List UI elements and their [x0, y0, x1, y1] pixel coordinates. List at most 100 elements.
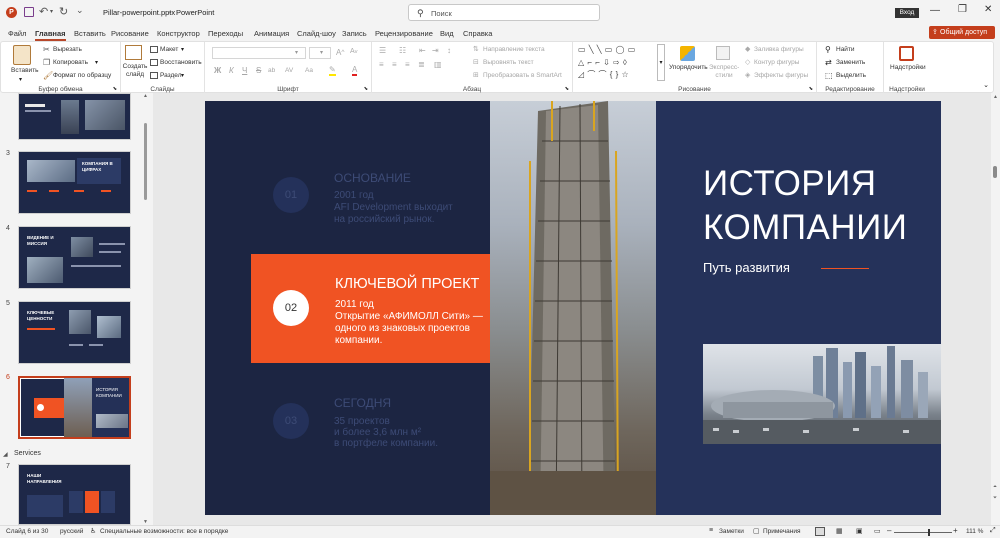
font-name-input[interactable]	[212, 47, 306, 59]
columns-icon[interactable]: ▥	[434, 60, 442, 69]
italic-button[interactable]: К	[229, 66, 234, 75]
copy-button[interactable]: Копировать	[53, 59, 88, 66]
tab-design[interactable]: Конструктор	[157, 29, 200, 41]
smartart-icon[interactable]: ⊞	[473, 71, 479, 79]
accessibility-status[interactable]: Специальные возможности: все в порядке	[100, 528, 228, 535]
zoom-slider[interactable]	[894, 529, 952, 536]
section-dropdown-icon[interactable]: ▾	[181, 72, 184, 79]
undo-dropdown-icon[interactable]: ▾	[50, 8, 53, 15]
cut-icon[interactable]: ✂	[43, 45, 50, 54]
save-icon[interactable]	[24, 7, 34, 17]
paragraph-launcher-icon[interactable]: ⬊	[565, 86, 569, 92]
increase-indent-icon[interactable]: ⇥	[432, 46, 439, 55]
prev-slide-icon[interactable]: ⏶	[993, 484, 997, 490]
font-size-dropdown-icon[interactable]: ▾	[320, 49, 323, 56]
sign-in-button[interactable]: Вход	[895, 8, 919, 18]
search-box[interactable]: ⚲ Поиск	[408, 4, 600, 21]
cut-button[interactable]: Вырезать	[53, 46, 82, 53]
shape-outline-button[interactable]: Контур фигуры	[754, 59, 799, 66]
numbering-icon[interactable]: ☷	[399, 46, 406, 55]
slide-title-line1[interactable]: ИСТОРИЯ	[703, 164, 877, 204]
font-name-dropdown-icon[interactable]: ▾	[295, 49, 298, 56]
decrease-indent-icon[interactable]: ⇤	[419, 46, 426, 55]
reading-view-icon[interactable]: ▣	[856, 527, 863, 535]
slide-subtitle[interactable]: Путь развития	[703, 260, 790, 275]
tab-animations[interactable]: Анимация	[254, 29, 289, 41]
select-icon[interactable]: ⬚	[825, 71, 833, 80]
slideshow-icon[interactable]: ▭	[874, 527, 881, 535]
char-spacing-button[interactable]: AV	[285, 67, 293, 74]
bullets-icon[interactable]: ☰	[379, 46, 386, 55]
tab-home[interactable]: Главная	[35, 29, 66, 41]
notes-button[interactable]: Заметки	[719, 528, 744, 535]
minimize-icon[interactable]: —	[930, 5, 940, 16]
arrange-button[interactable]: Упорядочить	[669, 64, 708, 71]
underline-button[interactable]: Ч	[242, 66, 247, 75]
slide-thumbnail[interactable]	[18, 93, 131, 140]
new-slide-button[interactable]: Создать слайд	[122, 63, 148, 79]
find-icon[interactable]: ⚲	[825, 45, 831, 54]
shape-fill-icon[interactable]: ◆	[745, 45, 750, 53]
paste-button[interactable]: Вставить	[11, 67, 39, 74]
addins-icon[interactable]	[899, 46, 914, 61]
slide-thumbnail-selected[interactable]: ИСТОРИЯ КОМПАНИИ	[18, 376, 131, 439]
layout-button[interactable]: Макет	[160, 46, 178, 53]
shape-outline-icon[interactable]: ◇	[745, 58, 750, 66]
reset-icon[interactable]	[150, 59, 158, 66]
current-slide[interactable]: 01 ОСНОВАНИЕ 2001 год AFI Development вы…	[205, 101, 941, 515]
slide-thumbnail[interactable]: КОМПАНИЯ В ЦИФРАХ	[18, 151, 131, 214]
shapes-more-icon[interactable]: ▾	[657, 44, 665, 81]
text-direction-icon[interactable]: ⇅	[473, 45, 479, 53]
zoom-level[interactable]: 111 %	[966, 528, 983, 535]
arrange-icon[interactable]	[680, 46, 695, 61]
undo-icon[interactable]: ↶	[39, 5, 48, 18]
align-left-icon[interactable]: ≡	[379, 60, 384, 69]
comments-button[interactable]: Примечания	[763, 528, 801, 535]
tab-slideshow[interactable]: Слайд-шоу	[297, 29, 336, 41]
scroll-up-icon[interactable]: ▲	[143, 93, 148, 99]
strikethrough-button[interactable]: S	[256, 66, 261, 75]
scroll-thumb[interactable]	[144, 123, 147, 200]
align-text-button[interactable]: Выровнять текст	[483, 59, 534, 66]
zoom-in-icon[interactable]: +	[953, 526, 958, 535]
new-slide-icon[interactable]	[125, 45, 142, 60]
slide-title-line2[interactable]: КОМПАНИИ	[703, 208, 907, 248]
slide-sorter-icon[interactable]: ▦	[836, 527, 843, 535]
language-indicator[interactable]: русский	[60, 528, 83, 535]
comments-icon[interactable]: ▢	[753, 527, 760, 535]
zoom-out-icon[interactable]: –	[887, 526, 891, 535]
slide-thumbnail[interactable]: ВИДЕНИЕ И МИССИЯ	[18, 226, 131, 289]
fit-slide-icon[interactable]: ⤢	[990, 527, 996, 535]
find-button[interactable]: Найти	[836, 46, 855, 53]
thumbnails-scrollbar[interactable]: ▲ ▼	[143, 93, 149, 525]
tab-help[interactable]: Справка	[463, 29, 492, 41]
layout-icon[interactable]	[150, 46, 158, 53]
highlight-icon[interactable]: ✎	[329, 65, 336, 76]
change-case-button[interactable]: Aa	[305, 67, 313, 74]
align-text-icon[interactable]: ⊟	[473, 58, 479, 66]
copy-dropdown-icon[interactable]: ▾	[95, 59, 98, 66]
customize-toolbar-icon[interactable]: ⌄	[76, 5, 84, 16]
grow-font-icon[interactable]: A ^	[336, 48, 344, 57]
drawing-launcher-icon[interactable]: ⬊	[809, 86, 813, 92]
line-spacing-icon[interactable]: ↕	[447, 46, 451, 55]
share-button[interactable]: ⇪ Общий доступ	[929, 26, 995, 39]
editor-scrollbar[interactable]: ▲ ⏶ ⏷	[991, 93, 1000, 525]
accessibility-icon[interactable]: ♿	[90, 527, 96, 535]
tab-review[interactable]: Рецензирование	[375, 29, 433, 41]
format-painter-icon[interactable]: 🖌	[43, 71, 53, 80]
section-collapse-icon[interactable]: ◢	[3, 451, 8, 458]
tab-insert[interactable]: Вставить	[74, 29, 106, 41]
construction-tower-photo[interactable]	[490, 101, 656, 515]
quick-styles-button[interactable]: Экспресс-стили	[709, 64, 739, 80]
clipboard-launcher-icon[interactable]: ⬊	[113, 86, 117, 92]
redo-icon[interactable]: ↻	[59, 5, 68, 18]
close-icon[interactable]: ✕	[984, 4, 992, 15]
justify-icon[interactable]: ≣	[418, 60, 425, 69]
tab-file[interactable]: Файл	[8, 29, 26, 41]
slide-thumbnail[interactable]: КЛЮЧЕВЫЕ ЦЕННОСТИ	[18, 301, 131, 364]
align-right-icon[interactable]: ≡	[405, 60, 410, 69]
shape-fill-button[interactable]: Заливка фигуры	[754, 46, 804, 53]
section-button[interactable]: Раздел	[160, 72, 181, 79]
replace-button[interactable]: Заменить	[836, 59, 865, 66]
